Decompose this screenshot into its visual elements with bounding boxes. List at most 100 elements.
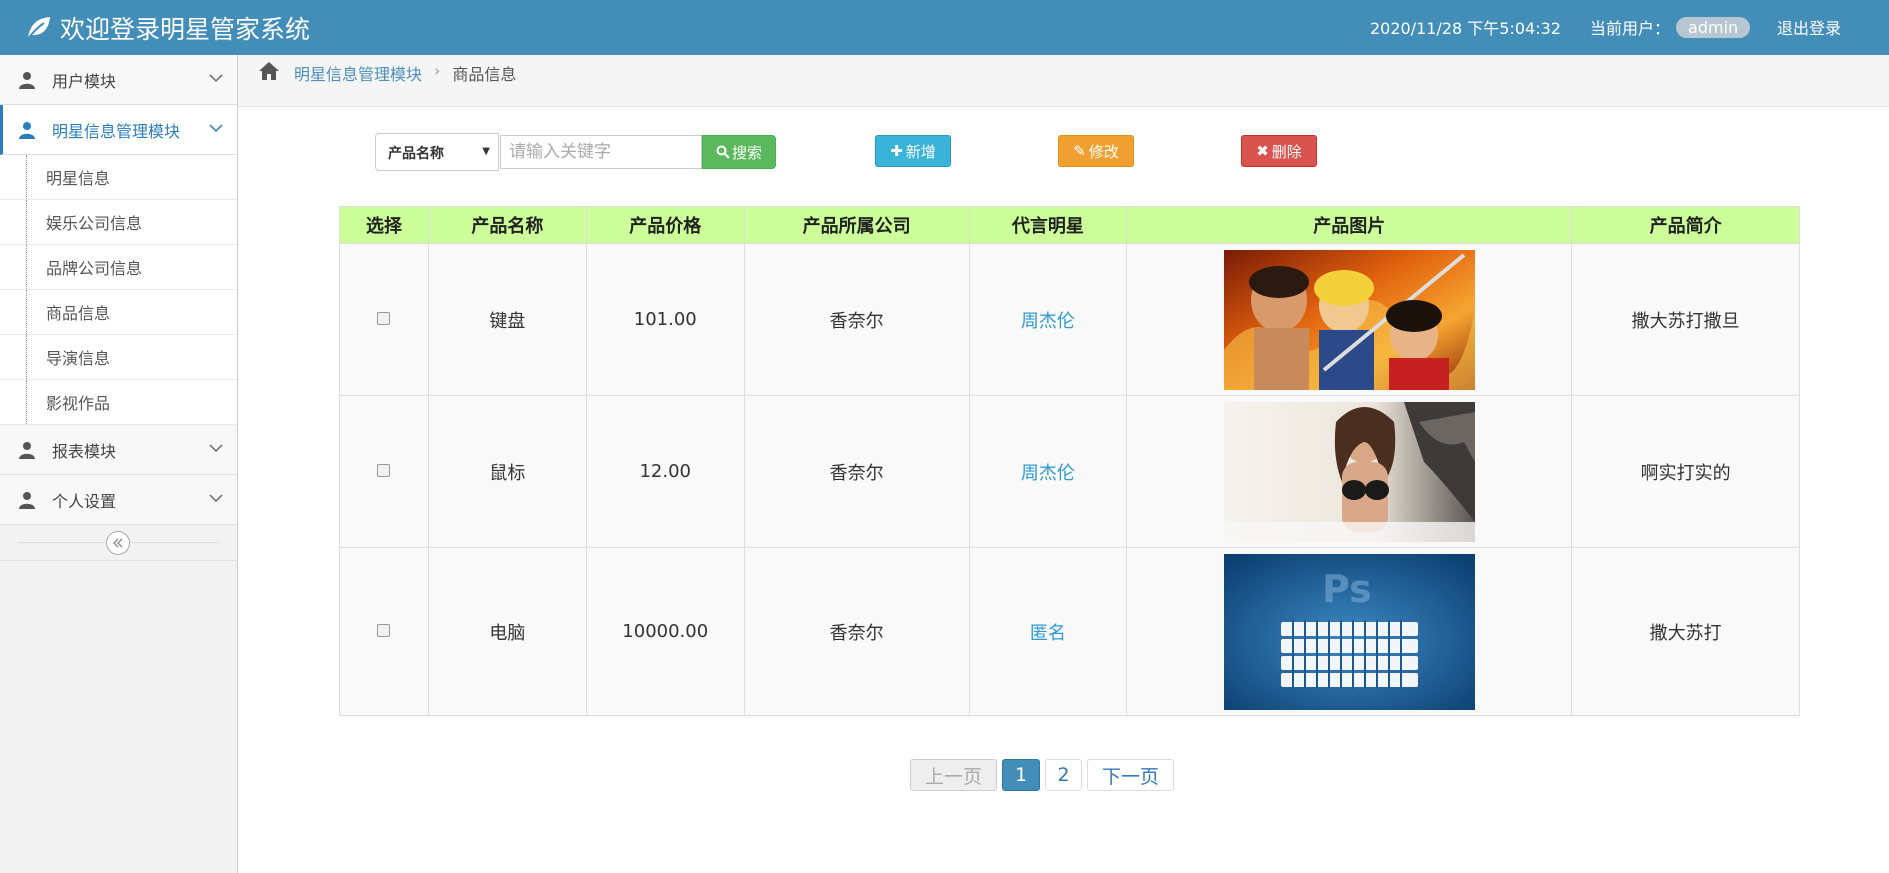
image-cell: Ps	[1126, 547, 1573, 716]
page-1-button[interactable]: 1	[1002, 759, 1040, 791]
column-header: 产品名称	[427, 206, 587, 244]
sidebar-group-user[interactable]: 用户模块	[0, 55, 237, 105]
sidebar-group-label: 报表模块	[52, 441, 117, 461]
sidebar-collapse-row	[0, 525, 237, 561]
user-icon	[19, 121, 35, 139]
sidebar-submenu: 明星信息 娱乐公司信息 品牌公司信息 商品信息 导演信息 影视作品	[0, 155, 237, 425]
product-name-cell: 电脑	[427, 547, 587, 716]
sidebar-item-film-works[interactable]: 影视作品	[0, 380, 237, 425]
user-icon	[19, 441, 35, 459]
product-price-cell: 12.00	[585, 395, 745, 548]
star-link[interactable]: 匿名	[1030, 623, 1066, 644]
breadcrumb: 明星信息管理模块 › 商品信息	[238, 55, 1889, 107]
delete-button-label: 删除	[1271, 142, 1302, 161]
plus-icon: ✚	[890, 142, 903, 160]
double-chevron-left-icon	[113, 538, 123, 548]
current-datetime: 2020/11/28 下午5:04:32	[1370, 19, 1561, 38]
sidebar-group-star-info[interactable]: 明星信息管理模块	[0, 105, 237, 155]
product-price-cell: 10000.00	[585, 547, 745, 716]
current-user: 当前用户： admin	[1590, 15, 1751, 39]
select-cell	[339, 243, 429, 396]
sidebar-group-personal-settings[interactable]: 个人设置	[0, 475, 237, 525]
company-cell: 香奈尔	[743, 547, 970, 716]
sidebar-group-label: 用户模块	[52, 71, 117, 91]
pagination: 上一页 1 2 下一页	[910, 759, 1179, 791]
chevron-down-icon	[209, 444, 223, 453]
edit-button[interactable]: ✎ 修改	[1058, 135, 1134, 167]
user-icon	[19, 491, 35, 509]
intro-cell: 撒大苏打	[1571, 547, 1800, 716]
sidebar-group-label: 明星信息管理模块	[52, 121, 181, 141]
sidebar-item-star-info[interactable]: 明星信息	[0, 155, 237, 200]
leaf-icon	[26, 17, 50, 41]
pencil-icon: ✎	[1073, 142, 1086, 160]
edit-button-label: 修改	[1088, 142, 1119, 161]
logout-link[interactable]: 退出登录	[1777, 15, 1841, 39]
image-cell	[1126, 243, 1573, 396]
sidebar-item-brand-company[interactable]: 品牌公司信息	[0, 245, 237, 290]
sidebar: 用户模块 明星信息管理模块 明星信息 娱乐公司信息 品牌公司信息 商品信息 导演…	[0, 55, 238, 873]
image-cell	[1126, 395, 1573, 548]
photoshop-keyboard-image: Ps	[1223, 554, 1475, 710]
column-header: 代言明星	[968, 206, 1128, 244]
product-name-cell: 鼠标	[427, 395, 587, 548]
select-cell	[339, 395, 429, 548]
caret-down-icon: ▼	[482, 146, 490, 157]
delete-button[interactable]: ✖ 删除	[1241, 135, 1317, 167]
sidebar-item-entertainment-company[interactable]: 娱乐公司信息	[0, 200, 237, 245]
page-2-button[interactable]: 2	[1045, 759, 1082, 791]
search-button-label: 搜索	[731, 143, 762, 162]
prev-page-button[interactable]: 上一页	[910, 759, 997, 791]
sidebar-item-director-info[interactable]: 导演信息	[0, 335, 237, 380]
add-button[interactable]: ✚ 新增	[875, 135, 951, 167]
sidebar-group-report[interactable]: 报表模块	[0, 425, 237, 475]
company-cell: 香奈尔	[743, 395, 970, 548]
user-icon	[19, 71, 35, 89]
home-icon[interactable]	[258, 61, 280, 81]
keyword-input[interactable]	[500, 135, 702, 169]
star-cell: 周杰伦	[968, 243, 1128, 396]
bikini-model-image	[1223, 402, 1475, 542]
anime-heroes-image	[1223, 250, 1475, 390]
intro-cell: 啊实打实的	[1571, 395, 1800, 548]
chevron-down-icon	[209, 74, 223, 83]
product-table: 选择 产品名称 产品价格 产品所属公司 代言明星 产品图片 产品简介 键盘 10…	[339, 206, 1800, 716]
chevron-down-icon	[209, 494, 223, 503]
column-header: 产品图片	[1126, 206, 1573, 244]
brand: 欢迎登录明星管家系统	[24, 10, 310, 46]
star-link[interactable]: 周杰伦	[1021, 311, 1075, 332]
app-title: 欢迎登录明星管家系统	[60, 15, 311, 44]
sidebar-item-product-info[interactable]: 商品信息	[0, 290, 237, 335]
row-checkbox[interactable]	[377, 624, 391, 637]
row-checkbox[interactable]	[377, 464, 391, 477]
next-page-button[interactable]: 下一页	[1087, 759, 1174, 791]
chevron-down-icon	[209, 124, 223, 133]
column-header: 产品所属公司	[743, 206, 970, 244]
select-cell	[339, 547, 429, 716]
intro-cell: 撒大苏打撒旦	[1571, 243, 1800, 396]
company-cell: 香奈尔	[743, 243, 970, 396]
close-icon: ✖	[1256, 142, 1269, 160]
breadcrumb-parent-link[interactable]: 明星信息管理模块	[294, 61, 422, 85]
star-link[interactable]: 周杰伦	[1021, 463, 1075, 484]
row-checkbox[interactable]	[377, 312, 391, 325]
table-row: 键盘 101.00 香奈尔 周杰伦 撒大苏打撒旦	[339, 243, 1800, 396]
search-button[interactable]: 搜索	[702, 135, 776, 169]
star-cell: 匿名	[968, 547, 1128, 716]
add-button-label: 新增	[905, 142, 936, 161]
star-cell: 周杰伦	[968, 395, 1128, 548]
sidebar-collapse-button[interactable]	[106, 531, 130, 555]
table-row: 鼠标 12.00 香奈尔 周杰伦 啊实打实的	[339, 395, 1800, 548]
search-field-select-value: 产品名称	[388, 146, 444, 162]
table-row: 电脑 10000.00 香奈尔 匿名 Ps 撒大苏打	[339, 547, 1800, 716]
table-header-row: 选择 产品名称 产品价格 产品所属公司 代言明星 产品图片 产品简介	[339, 206, 1800, 244]
current-user-label: 当前用户：	[1590, 19, 1671, 38]
search-icon	[716, 145, 730, 159]
product-name-cell: 键盘	[427, 243, 587, 396]
sidebar-group-label: 个人设置	[52, 491, 117, 511]
top-header: 欢迎登录明星管家系统 2020/11/28 下午5:04:32 当前用户： ad…	[0, 0, 1889, 55]
breadcrumb-current: 商品信息	[452, 65, 517, 84]
breadcrumb-separator-icon: ›	[434, 61, 441, 80]
username-badge: admin	[1676, 16, 1751, 38]
search-field-select[interactable]: 产品名称 ▼	[375, 133, 499, 171]
